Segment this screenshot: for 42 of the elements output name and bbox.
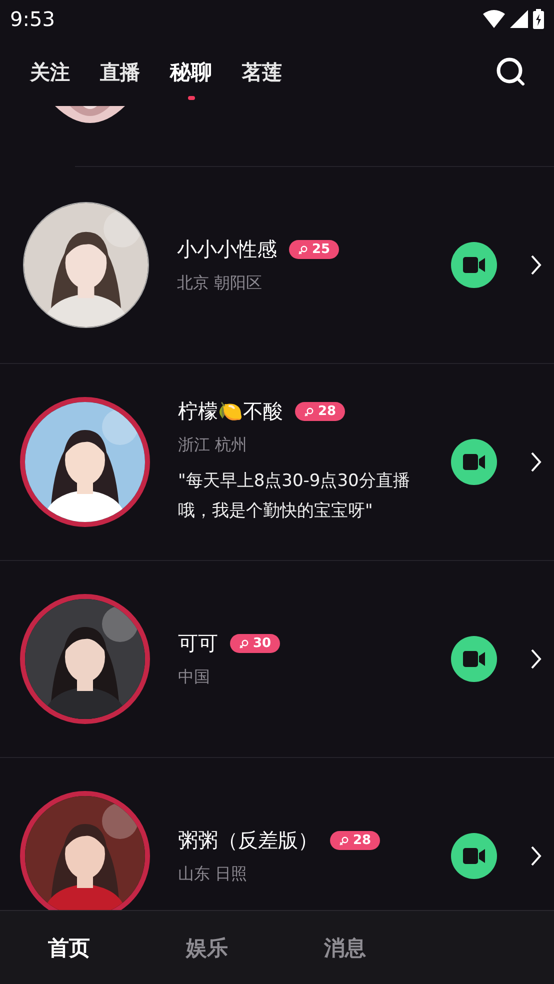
status-time: 9:53 [10, 7, 55, 31]
video-call-button[interactable] [451, 636, 497, 682]
user-bio: "每天早上8点30-9点30分直播哦，我是个勤快的宝宝呀" [178, 470, 411, 523]
chevron-right-icon[interactable] [530, 451, 542, 473]
video-call-button[interactable] [451, 439, 497, 485]
active-indicator [188, 96, 194, 100]
category-tab[interactable]: 直播 [100, 54, 140, 90]
female-icon [298, 244, 308, 254]
chevron-right-icon[interactable] [530, 254, 542, 276]
battery-icon [533, 9, 544, 29]
category-tab[interactable]: 茗莲 [242, 54, 282, 90]
nav-tab[interactable]: 消息 [276, 911, 414, 984]
age-badge: 25 [289, 240, 340, 259]
user-name: 柠檬🍋不酸 [178, 398, 283, 425]
video-camera-icon [463, 651, 485, 667]
age-badge: 28 [295, 402, 346, 421]
video-camera-icon [463, 454, 485, 470]
video-camera-icon [463, 848, 485, 864]
user-name: 粥粥（反差版） [178, 827, 318, 854]
category-tab[interactable]: 关注 [30, 54, 70, 90]
user-location: 山东 日照 [178, 864, 248, 885]
nav-tab[interactable]: 娱乐 [138, 911, 276, 984]
female-icon [239, 638, 249, 648]
user-name: 小小小性感 [177, 236, 277, 263]
signal-icon [510, 10, 528, 28]
female-icon [339, 836, 349, 846]
category-tab[interactable]: 秘聊 [170, 54, 212, 90]
user-location: 浙江 杭州 [178, 435, 248, 456]
video-camera-icon [463, 257, 485, 273]
search-icon[interactable] [496, 57, 526, 87]
user-name: 可可 [178, 630, 218, 657]
chevron-right-icon[interactable] [530, 648, 542, 670]
user-location: 中国 [178, 667, 211, 688]
wifi-icon [483, 10, 505, 28]
age-badge: 28 [330, 831, 380, 850]
chevron-right-icon[interactable] [530, 845, 542, 867]
age-badge: 30 [230, 634, 280, 653]
user-location: 北京 朝阳区 [177, 273, 264, 294]
video-call-button[interactable] [451, 242, 497, 288]
female-icon [304, 406, 314, 416]
nav-tab[interactable]: 首页 [0, 911, 138, 984]
video-call-button[interactable] [451, 833, 497, 879]
